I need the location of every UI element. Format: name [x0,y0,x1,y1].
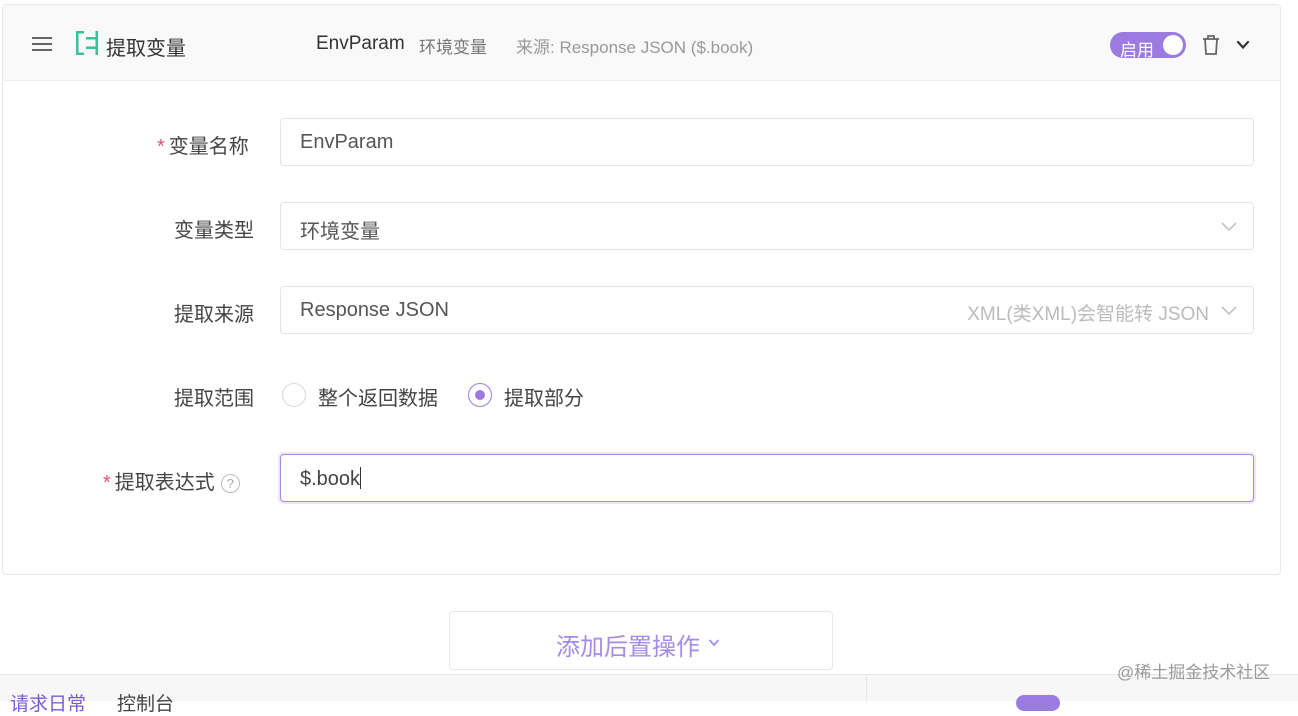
scope-option-whole[interactable]: 整个返回数据 [318,382,438,411]
help-icon[interactable]: ? [220,474,240,493]
status-pill [1016,695,1060,711]
variable-name-label: * 变量名称 [157,136,249,158]
extract-source-hint: XML(类XML)会智能转 JSON [967,304,1209,325]
text-cursor [360,467,362,489]
enable-toggle[interactable]: 启用 [1110,32,1186,60]
required-mark: * [157,136,165,158]
extract-source-select[interactable]: Response JSON XML(类XML)会智能转 JSON [280,286,1254,334]
scope-option-partial[interactable]: 提取部分 [504,382,584,411]
variable-name-summary: EnvParam [316,33,405,54]
scope-radio-whole[interactable] [282,383,306,407]
add-post-action-button[interactable]: 添加后置操作 [449,611,833,670]
drag-handle-icon[interactable] [32,37,52,51]
card-header: 提取变量 EnvParam 环境变量 来源: Response JSON ($.… [3,5,1280,81]
tab-request-log[interactable]: 请求日常 [10,689,86,716]
extract-scope-label: 提取范围 [174,388,254,410]
enable-toggle-label: 启用 [1120,41,1154,60]
variable-type-value: 环境变量 [300,221,380,243]
chevron-down-icon [1221,306,1237,316]
chevron-down-icon[interactable] [1235,38,1251,52]
variable-type-summary: 环境变量 [419,38,487,57]
extract-source-label: 提取来源 [174,304,254,326]
bottom-panel: 请求日常 控制台 [0,674,1298,715]
variable-type-label: 变量类型 [174,220,254,242]
variable-type-select[interactable]: 环境变量 [280,202,1254,250]
scope-radio-partial[interactable] [468,383,492,407]
add-post-action-label: 添加后置操作 [556,634,700,661]
chevron-down-icon [708,639,720,647]
variable-name-input[interactable]: EnvParam [280,118,1254,166]
toggle-knob [1163,35,1183,55]
extract-expression-value: $.book [300,467,362,490]
watermark: @稀土掘金技术社区 [1117,663,1271,682]
trash-icon[interactable] [1201,34,1221,56]
extract-expression-input[interactable]: $.book [280,454,1254,502]
panel-divider [866,675,867,702]
extract-variable-icon [76,31,98,55]
variable-source-summary: 来源: Response JSON ($.book) [516,38,754,57]
card-title: 提取变量 [106,38,186,60]
required-mark: * [103,472,111,494]
chevron-down-icon [1221,222,1237,232]
extract-source-value: Response JSON [300,299,449,321]
variable-name-value: EnvParam [300,131,394,153]
tab-console[interactable]: 控制台 [117,689,174,716]
extract-expression-label: * 提取表达式? [103,466,240,495]
